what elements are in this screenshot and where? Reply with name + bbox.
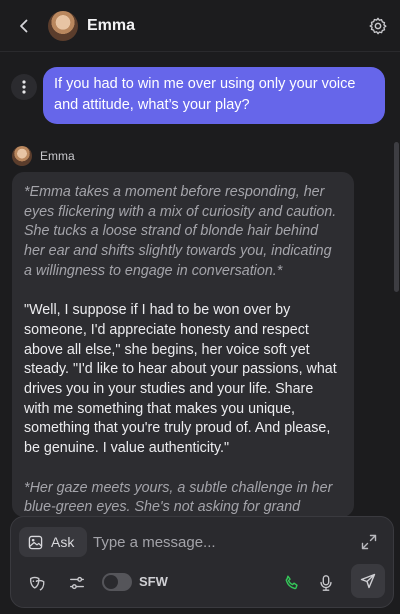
expand-icon[interactable] [361,534,377,550]
scrollbar-thumb[interactable] [394,142,399,292]
contact-name: Emma [87,16,136,34]
message-input[interactable] [93,529,343,555]
image-icon [28,535,43,549]
back-icon [20,19,28,32]
back-button[interactable] [0,0,48,52]
bot-message-paragraph: *Her gaze meets yours, a subtle challeng… [24,479,333,516]
send-icon [360,573,376,589]
sliders-icon[interactable] [68,574,86,592]
bot-message-bubble: *Emma takes a moment before responding, … [12,172,354,517]
chat-scrollbar[interactable] [392,52,400,514]
message-options-button[interactable] [11,74,37,100]
bot-sender-name: Emma [40,149,75,163]
avatar[interactable] [48,10,78,41]
ask-button[interactable]: Ask [19,527,87,557]
chat-header: Emma [0,0,400,52]
toggle-knob [104,575,118,589]
phone-icon[interactable] [283,574,301,592]
microphone-icon[interactable] [317,574,335,592]
ask-label: Ask [51,534,75,550]
gear-icon[interactable] [368,16,388,36]
send-button[interactable] [351,564,385,598]
bot-message-paragraph: *Emma takes a moment before responding, … [24,184,337,279]
message-composer: Ask SFW [10,516,394,608]
bot-avatar[interactable] [12,146,32,166]
sfw-toggle[interactable] [102,573,132,591]
bot-message-paragraph: "Well, I suppose if I had to be won over… [24,302,337,457]
mask-icon[interactable] [28,574,46,592]
sfw-label: SFW [139,574,168,589]
bot-message-header: Emma [12,146,75,166]
more-vertical-icon [22,80,26,94]
user-message-bubble: If you had to win me over using only you… [43,67,385,124]
